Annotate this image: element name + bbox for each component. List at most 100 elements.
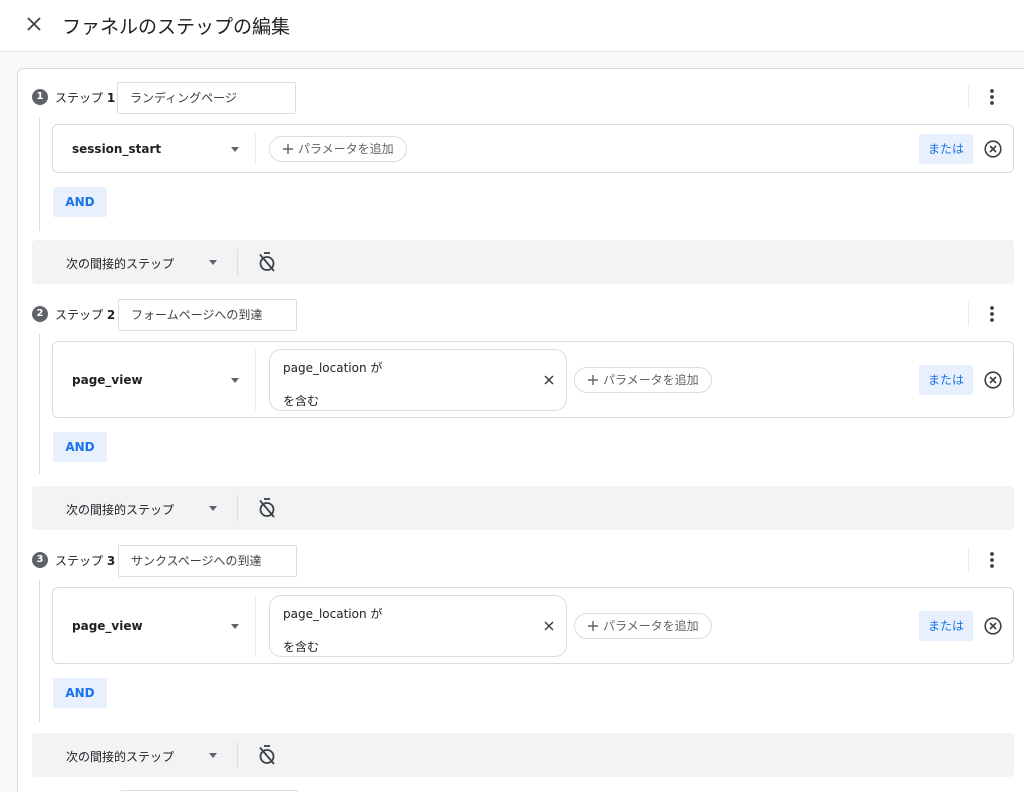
remove-filter-icon[interactable] [543, 374, 555, 386]
step-relation-label: 次の間接的ステップ [66, 503, 175, 517]
step-label-number: 1 [106, 91, 116, 105]
dropdown-arrow-icon [209, 260, 217, 265]
filter-operator: を含む [283, 640, 320, 654]
step-menu-button[interactable] [984, 548, 1000, 572]
dropdown-arrow-icon [231, 624, 239, 629]
event-select[interactable]: session_start [72, 142, 161, 156]
add-icon [283, 144, 293, 154]
or-button[interactable]: または [919, 134, 973, 164]
filter-param-text: page_location が [283, 359, 382, 376]
dropdown-arrow-icon [209, 753, 217, 758]
step-number-badge: 2 [32, 306, 48, 322]
filter-param: page_location [283, 361, 367, 375]
step-relation-label: 次の間接的ステップ [66, 257, 175, 271]
divider [968, 548, 969, 572]
add-icon [588, 621, 598, 631]
step-number-badge: 3 [32, 552, 48, 568]
remove-filter-icon[interactable] [543, 620, 555, 632]
step-menu-button[interactable] [984, 302, 1000, 326]
step-label-prefix: ステップ [55, 91, 104, 105]
step-name-input[interactable]: ランディングページ [117, 82, 296, 114]
and-button[interactable]: AND [53, 432, 107, 462]
timer-button[interactable] [256, 744, 278, 766]
divider [968, 302, 969, 326]
parameter-filter-chip[interactable]: page_location が を含む [269, 595, 567, 657]
remove-condition-button[interactable] [983, 139, 1003, 159]
filter-param: page_location [283, 607, 367, 621]
step-label-number: 3 [106, 554, 116, 568]
event-select[interactable]: page_view [72, 373, 143, 387]
step-relation-select[interactable]: 次の間接的ステップ [32, 733, 237, 777]
event-select[interactable]: page_view [72, 619, 143, 633]
add-icon [588, 375, 598, 385]
divider [255, 596, 256, 656]
step-label-prefix: ステップ [55, 308, 104, 322]
divider [237, 742, 238, 768]
page-header: ファネルのステップの編集 [0, 0, 1024, 52]
filter-connector: が [370, 607, 383, 621]
cancel-circle-icon [984, 617, 1002, 635]
divider [237, 495, 238, 521]
timer-off-icon [259, 745, 275, 765]
add-parameter-label: パラメータを追加 [298, 142, 394, 156]
more-vert-icon [990, 89, 994, 105]
step-label: ステップ 1 [55, 89, 115, 106]
divider [255, 350, 256, 410]
dropdown-arrow-icon [209, 506, 217, 511]
more-vert-icon [990, 552, 994, 568]
dropdown-arrow-icon [231, 147, 239, 152]
step-label: ステップ 3 [55, 552, 115, 569]
cancel-circle-icon [984, 140, 1002, 158]
filter-operator: を含む [283, 394, 320, 408]
step-relation-label: 次の間接的ステップ [66, 750, 175, 764]
close-icon [27, 17, 41, 31]
remove-condition-button[interactable] [983, 616, 1003, 636]
add-parameter-button[interactable]: パラメータを追加 [269, 136, 407, 162]
step-number-badge: 1 [32, 89, 48, 105]
step-relation-bar: 次の間接的ステップ [32, 733, 1014, 777]
divider [968, 85, 969, 109]
close-button[interactable] [22, 12, 46, 36]
step-label: ステップ 2 [55, 306, 115, 323]
condition-box: page_view page_location が を含む パラメータを追加 ま… [52, 587, 1014, 664]
step-header: 1 ステップ 1 ランディングページ [18, 81, 1024, 115]
and-button[interactable]: AND [53, 678, 107, 708]
step-name-input[interactable]: フォームページへの到達 [118, 299, 297, 331]
timer-button[interactable] [256, 251, 278, 273]
step-name-input[interactable]: サンクスページへの到達 [118, 545, 297, 577]
step-label-number: 2 [106, 308, 116, 322]
step-relation-select[interactable]: 次の間接的ステップ [32, 240, 237, 284]
timer-button[interactable] [256, 497, 278, 519]
funnel-steps-panel: 1 ステップ 1 ランディングページ session_start パラメータを追… [17, 68, 1024, 792]
remove-condition-button[interactable] [983, 370, 1003, 390]
filter-param-text: page_location が [283, 605, 382, 622]
step-relation-bar: 次の間接的ステップ [32, 240, 1014, 284]
page-title: ファネルのステップの編集 [62, 16, 291, 38]
more-vert-icon [990, 306, 994, 322]
and-button[interactable]: AND [53, 187, 107, 217]
step-connector-line [39, 117, 40, 231]
add-parameter-button[interactable]: パラメータを追加 [574, 613, 712, 639]
filter-connector: が [370, 361, 383, 375]
step-menu-button[interactable] [984, 85, 1000, 109]
dropdown-arrow-icon [231, 378, 239, 383]
or-button[interactable]: または [919, 611, 973, 641]
step-relation-bar: 次の間接的ステップ [32, 486, 1014, 530]
parameter-filter-chip[interactable]: page_location が を含む [269, 349, 567, 411]
step-header: 2 ステップ 2 フォームページへの到達 [18, 298, 1024, 332]
cancel-circle-icon [984, 371, 1002, 389]
step-label-prefix: ステップ [55, 554, 104, 568]
condition-box: page_view page_location が を含む パラメータを追加 ま… [52, 341, 1014, 418]
step-connector-line [39, 580, 40, 722]
divider [237, 249, 238, 275]
step-header: 3 ステップ 3 サンクスページへの到達 [18, 544, 1024, 578]
divider [255, 133, 256, 165]
add-parameter-button[interactable]: パラメータを追加 [574, 367, 712, 393]
add-parameter-label: パラメータを追加 [603, 619, 699, 633]
timer-off-icon [259, 498, 275, 518]
or-button[interactable]: または [919, 365, 973, 395]
step-connector-line [39, 334, 40, 474]
condition-box: session_start パラメータを追加 または [52, 124, 1014, 173]
step-relation-select[interactable]: 次の間接的ステップ [32, 486, 237, 530]
add-parameter-label: パラメータを追加 [603, 373, 699, 387]
